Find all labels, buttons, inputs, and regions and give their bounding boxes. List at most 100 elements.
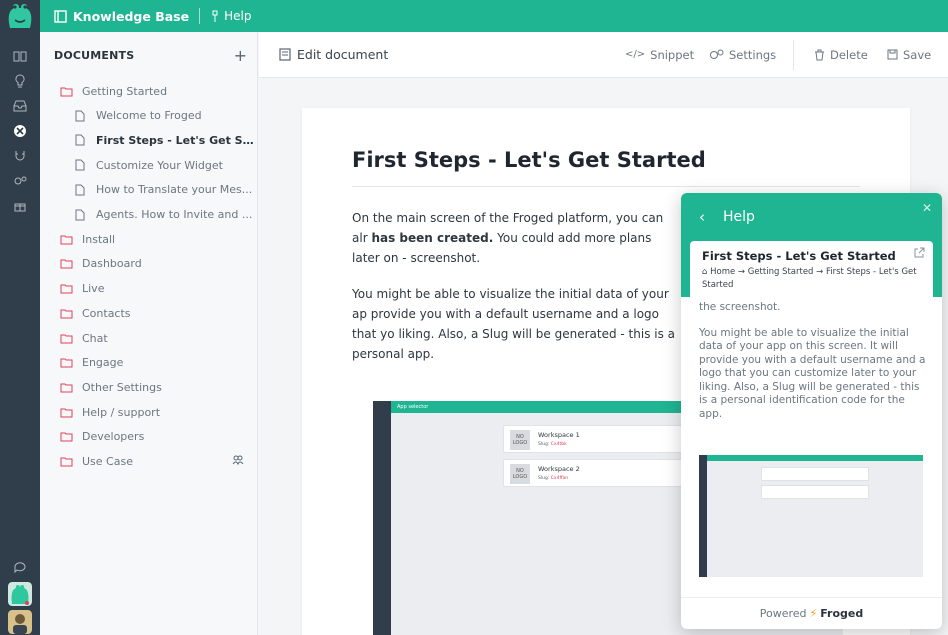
app-title: Knowledge Base [73,8,190,24]
tree-folder-item[interactable]: Developers [40,425,258,449]
tree-item-label: How to Translate your Mes... [96,183,253,197]
folder-icon [58,431,74,442]
folder-icon [58,407,74,418]
workspace-card: NO LOGO Workspace 1 Slug: Cx4tbk [503,425,683,453]
help-center-icon[interactable] [0,121,40,141]
user-avatar[interactable] [8,610,32,634]
powered-label: Powered [759,607,807,620]
froged-logo[interactable] [4,2,36,32]
mini-workspace-card [761,485,869,499]
folder-icon [58,333,74,344]
life-ring-icon [212,10,218,22]
tree-folder-item[interactable]: Other Settings [40,375,258,399]
document-title[interactable]: First Steps - Let's Get Started [352,148,706,172]
external-link-icon[interactable] [914,247,925,258]
delete-button[interactable]: Delete [814,48,868,62]
help-link[interactable]: Help [210,9,251,23]
article-body-text: You might be able to visualize the initi… [699,326,926,420]
chat-support-icon[interactable] [0,557,40,577]
workspace-name: Workspace 2 [538,465,580,473]
tree-folder-item[interactable]: Getting Started [40,79,258,103]
title-divider [352,186,860,187]
document-paragraph-2[interactable]: You might be able to visualize the initi… [352,284,682,364]
article-title: First Steps - Let's Get Started [702,249,896,263]
workspace-name: Workspace 1 [538,431,580,439]
app-rail [0,0,40,635]
tree-document-item[interactable]: First Steps - Let's Get Sta... [40,128,258,152]
folder-icon [58,456,74,467]
folder-open-icon [58,86,74,97]
tree-folder-item[interactable]: Engage [40,351,258,375]
tree-folder-item[interactable]: Install [40,227,258,251]
tree-item-label: Chat [82,331,108,345]
documents-title: DOCUMENTS [54,48,135,62]
help-widget: ‹ Help ✕ First Steps - Let's Get Started… [681,193,942,629]
tree-item-label: Customize Your Widget [96,158,223,172]
settings-icon[interactable] [0,171,40,191]
no-logo-placeholder: NO LOGO [510,464,530,484]
plus-icon[interactable]: + [234,46,247,65]
editor-toolbar: Edit document </> Snippet Settings Delet… [259,32,948,78]
document-icon [72,134,88,146]
tree-document-item[interactable]: How to Translate your Mes... [40,178,258,202]
tree-item-label: First Steps - Let's Get Sta... [96,133,256,147]
bolt-icon: ⚡ [809,607,818,620]
document-icon [279,48,291,61]
tree-document-item[interactable]: Customize Your Widget [40,153,258,177]
gift-icon[interactable] [0,196,40,216]
inbox-icon[interactable] [0,96,40,116]
mini-topbar [707,455,923,461]
tree-folder-item[interactable]: Contacts [40,301,258,325]
document-icon [72,159,88,171]
folder-icon [58,258,74,269]
workspace-avatar[interactable] [8,582,32,606]
tree-document-item[interactable]: Agents. How to Invite and ... [40,203,258,227]
tree-folder-item[interactable]: Use Case [40,450,258,474]
code-icon: </> [625,49,646,60]
gears-icon [710,49,724,59]
tree-folder-item[interactable]: Help / support [40,400,258,424]
tree-item-label: Dashboard [82,257,142,271]
magnet-icon[interactable] [0,146,40,166]
users-icon[interactable] [232,455,244,468]
knowledge-base-title[interactable]: Knowledge Base [54,9,189,24]
save-button[interactable]: Save [887,48,931,62]
lightbulb-icon[interactable] [0,71,40,91]
tree-item-label: Engage [82,356,124,370]
folder-icon [58,234,74,245]
widget-footer[interactable]: Powered ⚡ Froged [681,597,942,629]
save-icon [887,49,898,60]
tree-item-label: Agents. How to Invite and ... [96,208,253,221]
article-card: First Steps - Let's Get Started ⌂ Home →… [690,241,933,297]
folder-icon [58,357,74,368]
mini-sidebar [699,455,707,577]
close-icon[interactable]: ✕ [922,201,932,215]
tree-item-label: Live [82,282,105,296]
top-bar: Knowledge Base Help [40,0,948,32]
documents-sidebar: DOCUMENTS + Getting Started Welcome to Fr… [40,32,258,635]
tree-item-label: Getting Started [82,84,168,98]
screenshot-sidebar [373,401,391,635]
knowledge-nav-icon[interactable] [0,46,40,66]
folder-icon [58,308,74,319]
mini-workspace-card [761,467,869,481]
tree-item-label: Use Case [82,455,133,468]
tree-folder-item[interactable]: Chat [40,326,258,350]
help-label: Help [224,9,252,23]
document-paragraph-1[interactable]: On the main screen of the Froged platfor… [352,208,682,268]
article-breadcrumb[interactable]: ⌂ Home → Getting Started → First Steps -… [702,266,927,292]
topbar-divider [199,8,201,24]
settings-button[interactable]: Settings [709,48,776,62]
document-icon [72,184,88,196]
tree-document-item[interactable]: Welcome to Froged [40,104,258,128]
snippet-button[interactable]: </> Snippet [625,48,694,62]
tree-item-label: Developers [82,430,145,444]
workspace-slug: Slug: Cx4tbk [538,442,567,447]
tree-folder-item[interactable]: Dashboard [40,252,258,276]
article-screenshot[interactable] [699,455,923,577]
tree-folder-item[interactable]: Live [40,277,258,301]
home-icon: ⌂ [702,267,708,277]
chevron-left-icon[interactable]: ‹ [699,208,705,226]
tree-item-label: Other Settings [82,380,162,394]
article-body-top: the screenshot. [699,301,781,313]
